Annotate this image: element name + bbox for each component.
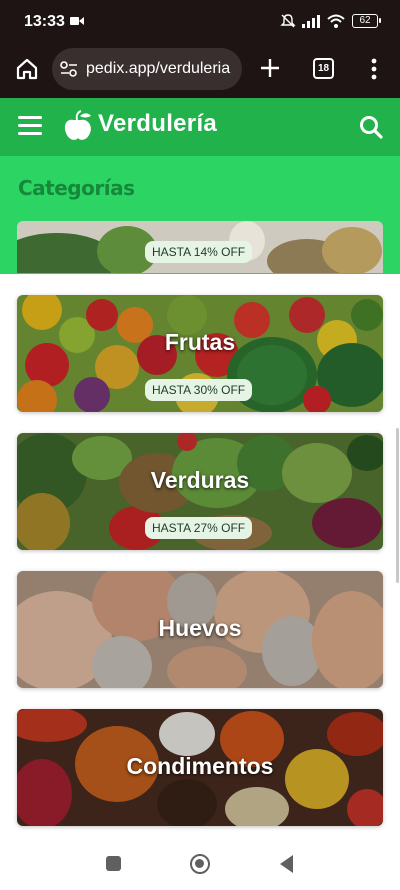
discount-badge: HASTA 30% OFF [145, 379, 253, 401]
system-nav-bar [0, 840, 400, 890]
browser-toolbar: pedix.app/verduleria 18 [0, 42, 400, 98]
video-camera-icon [70, 17, 84, 25]
battery-icon: 62 [352, 14, 381, 28]
hamburger-menu-icon[interactable] [18, 116, 42, 136]
more-menu-icon[interactable] [364, 56, 384, 82]
mute-bell-icon [280, 14, 296, 28]
categories-section: Categorías HASTA 14% OFF Frutas HASTA 30… [0, 156, 400, 850]
category-label: Huevos [158, 615, 242, 641]
discount-badge: HASTA 14% OFF [145, 241, 253, 263]
url-text[interactable]: pedix.app/verduleria [86, 60, 230, 78]
signal-icon [302, 15, 320, 28]
back-icon[interactable] [280, 855, 293, 873]
scrollbar[interactable] [396, 428, 399, 583]
category-card-verduras[interactable]: Verduras HASTA 27% OFF [17, 433, 383, 550]
category-card-partial[interactable]: HASTA 14% OFF [17, 221, 383, 273]
home-icon[interactable] [14, 56, 40, 82]
discount-badge: HASTA 27% OFF [145, 517, 253, 539]
site-settings-icon[interactable] [60, 61, 78, 77]
status-icons: 62 [280, 12, 381, 30]
plus-icon[interactable] [258, 56, 282, 80]
status-time: 13:33 [24, 13, 65, 30]
category-card-huevos[interactable]: Huevos [17, 571, 383, 688]
category-label: Verduras [150, 467, 250, 493]
app-header: Verdulería [0, 98, 400, 156]
categories-title: Categorías [18, 176, 135, 200]
category-label: Condimentos [126, 753, 274, 779]
tabs-icon[interactable]: 18 [313, 58, 334, 79]
category-card-frutas[interactable]: Frutas HASTA 30% OFF [17, 295, 383, 412]
wifi-icon [327, 14, 345, 28]
brand-name[interactable]: Verdulería [98, 110, 217, 138]
search-icon[interactable] [358, 114, 384, 140]
fruit-logo-icon [64, 110, 91, 140]
category-card-condimentos[interactable]: Condimentos [17, 709, 383, 826]
home-circle-icon[interactable] [190, 854, 210, 874]
status-bar: 13:33 62 [0, 0, 400, 42]
category-label: Frutas [164, 329, 236, 355]
address-bar[interactable]: pedix.app/verduleria [52, 48, 242, 90]
recent-apps-icon[interactable] [106, 856, 121, 871]
